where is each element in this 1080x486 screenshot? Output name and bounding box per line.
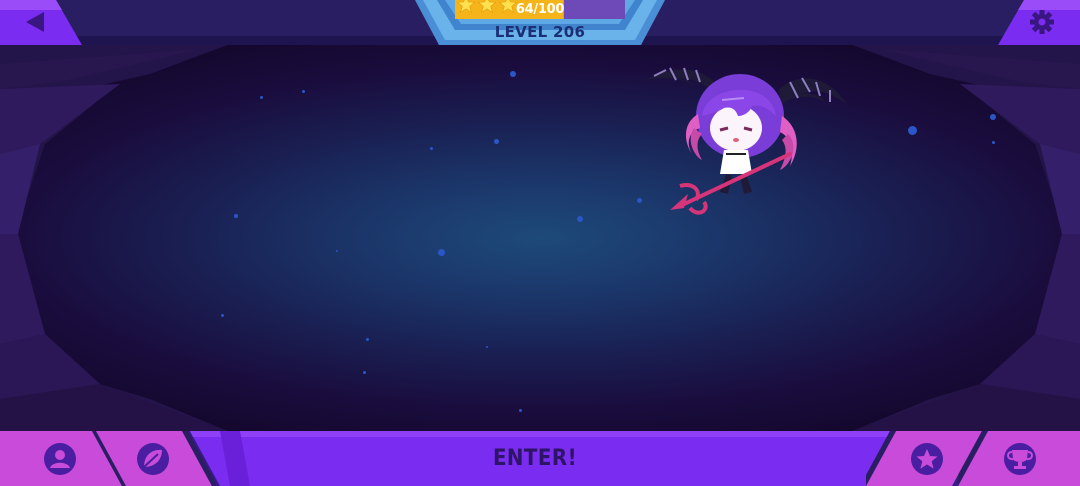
leaf-icon (137, 443, 169, 475)
level-progress-text: 64/100 (515, 2, 565, 17)
trophy-icon (1004, 443, 1036, 475)
star-icon (911, 443, 943, 475)
gear-icon (1030, 10, 1054, 34)
settings-button[interactable] (998, 0, 1080, 45)
devil-girl-character (645, 67, 848, 215)
right-frame (850, 44, 1080, 432)
profile-icon (44, 443, 76, 475)
left-frame (0, 44, 230, 432)
trophy-button[interactable] (958, 431, 1080, 486)
leaf-button[interactable] (96, 431, 216, 486)
level-label: LEVEL 206 (494, 23, 586, 41)
game-screen: 64/100 LEVEL 206 ENTER! (0, 0, 1080, 486)
enter-label: ENTER! (492, 446, 578, 471)
back-button[interactable] (0, 0, 82, 45)
